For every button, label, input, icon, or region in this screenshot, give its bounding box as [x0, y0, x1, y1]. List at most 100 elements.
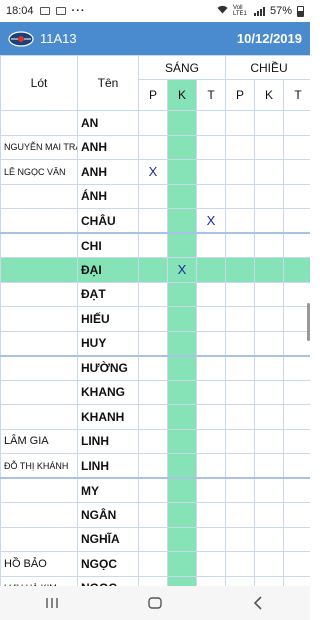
- attendance-cell-sang-k[interactable]: [167, 551, 197, 577]
- table-row[interactable]: NGÂN: [0, 502, 310, 528]
- attendance-cell-chieu-t[interactable]: [283, 379, 310, 405]
- attendance-cell-sang-p[interactable]: [138, 110, 168, 136]
- attendance-cell-sang-k[interactable]: [167, 281, 197, 307]
- attendance-cell-chieu-p[interactable]: [225, 306, 255, 332]
- attendance-cell-sang-k[interactable]: [167, 159, 197, 185]
- attendance-cell-sang-t[interactable]: [196, 330, 226, 356]
- attendance-cell-chieu-t[interactable]: [283, 502, 310, 528]
- table-row[interactable]: ĐỖ THỊ KHÁNH LINH: [0, 453, 310, 479]
- attendance-cell-sang-p[interactable]: X: [138, 159, 168, 185]
- table-row[interactable]: AN: [0, 110, 310, 136]
- attendance-cell-sang-k[interactable]: [167, 110, 197, 136]
- attendance-cell-chieu-t[interactable]: [283, 404, 310, 430]
- attendance-cell-chieu-p[interactable]: [225, 232, 255, 258]
- table-row[interactable]: HIẾU: [0, 306, 310, 332]
- attendance-cell-sang-k[interactable]: [167, 330, 197, 356]
- table-row[interactable]: NGHĨA: [0, 526, 310, 552]
- home-icon[interactable]: [135, 591, 175, 615]
- attendance-cell-chieu-p[interactable]: [225, 379, 255, 405]
- attendance-cell-sang-t[interactable]: X: [196, 208, 226, 234]
- attendance-cell-chieu-k[interactable]: [254, 232, 284, 258]
- attendance-cell-chieu-k[interactable]: [254, 330, 284, 356]
- attendance-cell-sang-t[interactable]: [196, 232, 226, 258]
- attendance-cell-sang-t[interactable]: [196, 281, 226, 307]
- attendance-cell-chieu-t[interactable]: [283, 453, 310, 479]
- attendance-cell-chieu-t[interactable]: [283, 183, 310, 209]
- attendance-cell-sang-p[interactable]: [138, 134, 168, 160]
- attendance-cell-chieu-t[interactable]: [283, 159, 310, 185]
- table-row[interactable]: MY: [0, 477, 310, 503]
- attendance-cell-sang-k[interactable]: [167, 208, 197, 234]
- attendance-cell-sang-k[interactable]: [167, 306, 197, 332]
- attendance-cell-sang-t[interactable]: [196, 526, 226, 552]
- attendance-cell-sang-k[interactable]: X: [167, 257, 197, 283]
- table-row[interactable]: ĐẠI X: [0, 257, 310, 283]
- attendance-cell-chieu-p[interactable]: [225, 110, 255, 136]
- attendance-cell-sang-t[interactable]: [196, 453, 226, 479]
- attendance-cell-chieu-k[interactable]: [254, 110, 284, 136]
- attendance-cell-chieu-t[interactable]: [283, 428, 310, 454]
- attendance-cell-sang-p[interactable]: [138, 330, 168, 356]
- attendance-cell-chieu-p[interactable]: [225, 159, 255, 185]
- attendance-cell-sang-t[interactable]: [196, 354, 226, 381]
- attendance-cell-sang-k[interactable]: [167, 575, 197, 586]
- attendance-cell-sang-p[interactable]: [138, 208, 168, 234]
- attendance-cell-chieu-t[interactable]: [283, 208, 310, 234]
- attendance-cell-chieu-k[interactable]: [254, 208, 284, 234]
- table-row[interactable]: LƯU HÀ KIMNGỌC: [0, 575, 310, 586]
- attendance-cell-sang-k[interactable]: [167, 404, 197, 430]
- table-row[interactable]: CHÂU X: [0, 208, 310, 234]
- attendance-cell-sang-t[interactable]: [196, 134, 226, 160]
- back-icon[interactable]: [238, 591, 278, 615]
- attendance-cell-sang-k[interactable]: [167, 428, 197, 454]
- attendance-cell-sang-p[interactable]: [138, 502, 168, 528]
- attendance-cell-chieu-p[interactable]: [225, 453, 255, 479]
- attendance-cell-chieu-k[interactable]: [254, 477, 284, 503]
- attendance-cell-sang-k[interactable]: [167, 354, 197, 381]
- attendance-cell-sang-p[interactable]: [138, 477, 168, 503]
- attendance-cell-chieu-p[interactable]: [225, 330, 255, 356]
- attendance-cell-sang-t[interactable]: [196, 477, 226, 503]
- table-row[interactable]: LÊ NGỌC VÂN ANH X: [0, 159, 310, 185]
- attendance-cell-chieu-t[interactable]: [283, 110, 310, 136]
- table-row[interactable]: HƯỜNG: [0, 354, 310, 381]
- table-row[interactable]: HỒ BẢO NGỌC: [0, 551, 310, 577]
- table-row[interactable]: CHI: [0, 232, 310, 258]
- table-row[interactable]: HUY: [0, 330, 310, 356]
- attendance-cell-sang-k[interactable]: [167, 134, 197, 160]
- attendance-cell-chieu-p[interactable]: [225, 477, 255, 503]
- recent-apps-icon[interactable]: [32, 591, 72, 615]
- attendance-grid[interactable]: Lót Tên SÁNG CHIỀU P K T P K T AN NGUYỄN …: [0, 55, 310, 586]
- attendance-cell-chieu-t[interactable]: [283, 257, 310, 283]
- attendance-cell-sang-k[interactable]: [167, 453, 197, 479]
- attendance-cell-sang-k[interactable]: [167, 232, 197, 258]
- attendance-cell-sang-p[interactable]: [138, 306, 168, 332]
- attendance-cell-sang-p[interactable]: [138, 575, 168, 586]
- attendance-cell-chieu-t[interactable]: [283, 551, 310, 577]
- attendance-cell-chieu-p[interactable]: [225, 183, 255, 209]
- attendance-cell-sang-p[interactable]: [138, 404, 168, 430]
- attendance-cell-chieu-k[interactable]: [254, 134, 284, 160]
- attendance-cell-sang-t[interactable]: [196, 551, 226, 577]
- attendance-cell-sang-k[interactable]: [167, 502, 197, 528]
- attendance-cell-sang-p[interactable]: [138, 183, 168, 209]
- attendance-cell-chieu-t[interactable]: [283, 575, 310, 586]
- attendance-cell-chieu-p[interactable]: [225, 551, 255, 577]
- attendance-cell-chieu-t[interactable]: [283, 281, 310, 307]
- attendance-cell-sang-t[interactable]: [196, 502, 226, 528]
- attendance-cell-chieu-p[interactable]: [225, 257, 255, 283]
- attendance-cell-sang-k[interactable]: [167, 379, 197, 405]
- attendance-cell-chieu-p[interactable]: [225, 134, 255, 160]
- attendance-cell-chieu-k[interactable]: [254, 551, 284, 577]
- attendance-cell-chieu-t[interactable]: [283, 232, 310, 258]
- attendance-cell-sang-p[interactable]: [138, 379, 168, 405]
- attendance-cell-sang-t[interactable]: [196, 257, 226, 283]
- table-row[interactable]: ÁNH: [0, 183, 310, 209]
- table-row[interactable]: KHANH: [0, 404, 310, 430]
- attendance-cell-chieu-p[interactable]: [225, 208, 255, 234]
- attendance-cell-chieu-k[interactable]: [254, 306, 284, 332]
- attendance-cell-sang-p[interactable]: [138, 453, 168, 479]
- attendance-cell-chieu-t[interactable]: [283, 134, 310, 160]
- attendance-cell-sang-t[interactable]: [196, 379, 226, 405]
- attendance-cell-sang-t[interactable]: [196, 575, 226, 586]
